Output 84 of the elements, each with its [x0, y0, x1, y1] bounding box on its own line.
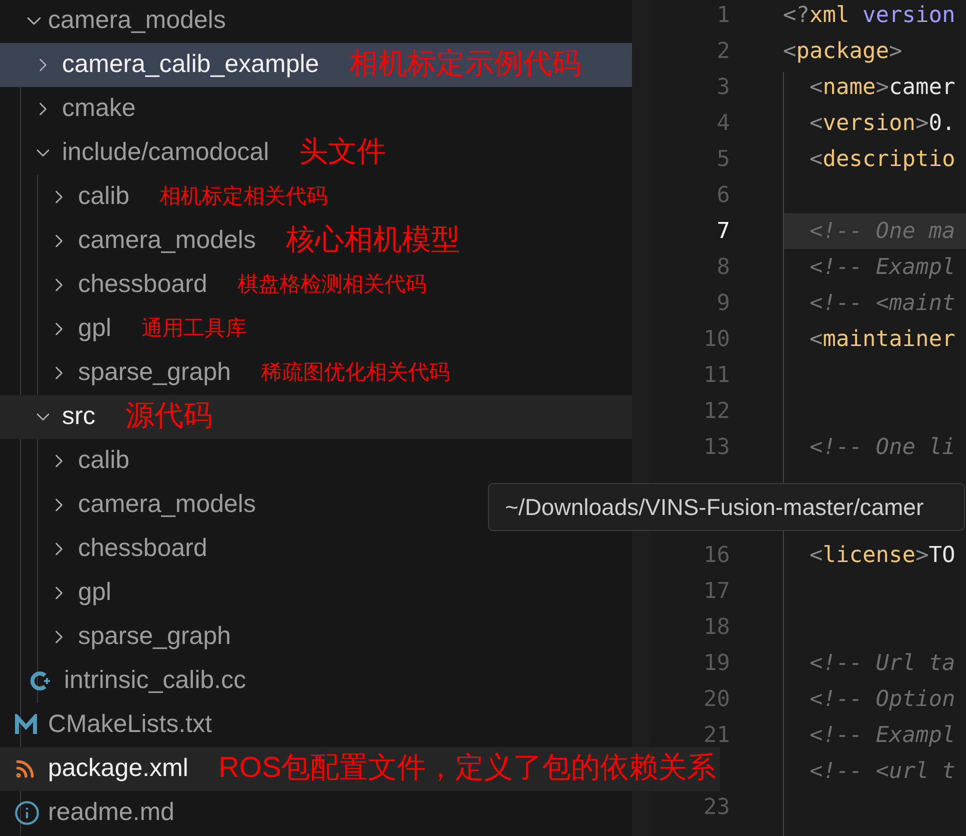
line-number: 17: [702, 578, 730, 606]
tree-item-label: chessboard: [78, 533, 208, 564]
cmake-file-icon: [14, 714, 38, 736]
tree-row[interactable]: camera_models: [0, 0, 632, 43]
code-line: <!-- <maint: [808, 290, 956, 318]
tree-row[interactable]: package.xml ROS包配置文件，定义了包的依赖关系: [0, 747, 720, 791]
line-number: 7: [716, 218, 730, 246]
line-number: 21: [702, 722, 730, 750]
tree-row[interactable]: include/camodocal 头文件: [0, 131, 632, 175]
tree-item-label: sparse_graph: [78, 357, 231, 388]
tree-row[interactable]: chessboard 棋盘格检测相关代码: [0, 263, 632, 307]
code-line: <!-- One li: [808, 434, 956, 462]
code-line: <version>0.: [808, 110, 956, 138]
line-number: 20: [702, 686, 730, 714]
tree-row[interactable]: gpl 通用工具库: [0, 307, 632, 351]
tree-row[interactable]: CMakeLists.txt: [0, 703, 632, 747]
tree-item-label: gpl: [78, 577, 112, 608]
code-line: <!-- Url ta: [808, 650, 956, 678]
line-number: 2: [716, 38, 730, 66]
tree-item-label: camera_calib_example: [62, 49, 320, 80]
line-number: 19: [702, 650, 730, 678]
code-line: <!-- <url t: [808, 758, 956, 786]
tree-item-label: sparse_graph: [78, 621, 231, 652]
tree-item-label: package.xml: [48, 753, 188, 784]
line-number: 10: [702, 326, 730, 354]
line-number: 5: [716, 146, 730, 174]
line-number: 3: [716, 74, 730, 102]
tree-row[interactable]: gpl: [0, 571, 632, 615]
code-line: <?xml version: [783, 2, 956, 30]
line-number: 8: [716, 254, 730, 282]
code-line: <license>TO: [808, 542, 956, 570]
annotation-note: 相机标定示例代码: [349, 47, 582, 82]
annotation-note: 棋盘格检测相关代码: [237, 272, 426, 298]
code-line: <maintainer: [808, 326, 956, 354]
info-icon: [14, 800, 40, 826]
tree-item-label: readme.md: [48, 797, 174, 828]
line-number: 1: [716, 2, 730, 30]
code-line: <!-- Exampl: [808, 254, 956, 282]
tree-item-label: include/camodocal: [62, 137, 270, 168]
line-number: 4: [716, 110, 730, 138]
annotation-note: 核心相机模型: [286, 223, 460, 258]
line-number: 9: [716, 290, 730, 318]
tree-item-label: gpl: [78, 313, 112, 344]
tree-row[interactable]: camera_models 核心相机模型: [0, 219, 632, 263]
annotation-note: 稀疏图优化相关代码: [260, 360, 450, 386]
tree-item-label: camera_models: [48, 5, 226, 36]
tree-item-label: camera_models: [78, 489, 256, 520]
line-number: 12: [702, 398, 730, 426]
tree-item-label: calib: [78, 181, 130, 212]
code-line: <!-- Exampl: [808, 722, 956, 750]
line-number: 6: [716, 182, 730, 210]
code-line: <!-- Option: [808, 686, 956, 714]
tree-item-label: calib: [78, 445, 130, 476]
tree-row[interactable]: intrinsic_calib.cc: [0, 659, 632, 703]
line-number: 18: [702, 614, 730, 642]
tree-row[interactable]: sparse_graph: [0, 615, 632, 659]
annotation-note: ROS包配置文件，定义了包的依赖关系: [218, 751, 716, 786]
annotation-note: 头文件: [299, 135, 386, 170]
tree-item-label: camera_models: [78, 225, 256, 256]
tree-row[interactable]: sparse_graph 稀疏图优化相关代码: [0, 351, 632, 395]
line-number: 13: [702, 434, 730, 462]
tree-row[interactable]: readme.md: [0, 791, 632, 835]
tree-row[interactable]: src 源代码: [0, 395, 632, 439]
tree-row[interactable]: cmake: [0, 87, 632, 131]
tree-row[interactable]: camera_calib_example 相机标定示例代码: [0, 43, 632, 87]
annotation-note: 相机标定相关代码: [159, 184, 328, 210]
path-tooltip: ~/Downloads/VINS-Fusion-master/camer: [488, 483, 965, 531]
line-number: 11: [702, 362, 730, 390]
line-number: 23: [702, 794, 730, 822]
tree-item-label: CMakeLists.txt: [48, 709, 212, 740]
code-line: <name>camer: [808, 74, 956, 102]
tree-item-label: src: [62, 401, 96, 432]
code-line: <package>: [783, 38, 902, 66]
code-line: <!-- One ma: [808, 218, 956, 246]
line-number: 16: [702, 542, 730, 570]
tree-item-label: chessboard: [78, 269, 208, 300]
feed-icon: [14, 758, 36, 780]
annotation-note: 通用工具库: [141, 316, 246, 342]
tree-row[interactable]: calib 相机标定相关代码: [0, 175, 632, 219]
tree-item-label: intrinsic_calib.cc: [64, 665, 246, 696]
tree-item-label: cmake: [62, 93, 136, 124]
tree-row[interactable]: calib: [0, 439, 632, 483]
code-line: <descriptio: [808, 146, 956, 174]
annotation-note: 源代码: [125, 399, 212, 434]
